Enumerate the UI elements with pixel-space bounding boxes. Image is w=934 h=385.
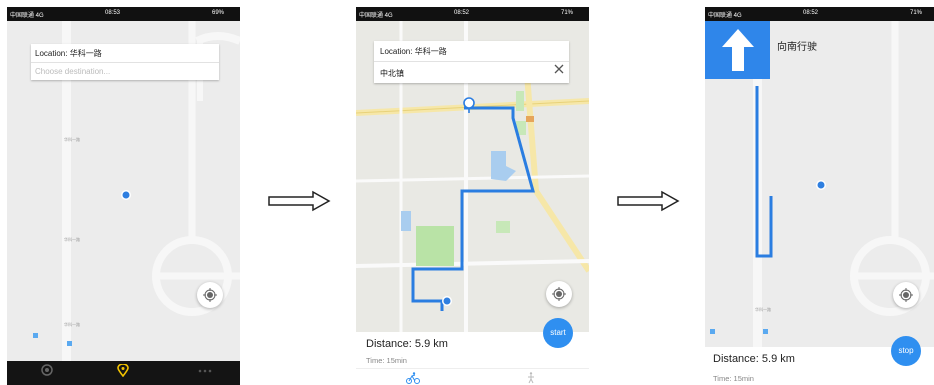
flow-arrow-icon <box>268 190 331 212</box>
battery-text: 71% <box>910 10 923 16</box>
crosshair-icon <box>552 287 566 301</box>
distance-text: Distance: 5.9 km <box>713 353 795 365</box>
divider <box>31 62 219 63</box>
locate-me-button[interactable] <box>893 282 919 308</box>
tab-rides[interactable] <box>37 364 57 384</box>
crosshair-icon <box>203 288 217 302</box>
carrier-text: 中国联通 4G <box>10 13 44 19</box>
clear-destination-button[interactable] <box>554 64 564 77</box>
destination-input[interactable]: Choose destination... <box>35 67 110 76</box>
clock-text: 08:52 <box>803 10 819 16</box>
svg-text:华科一路: 华科一路 <box>64 136 80 142</box>
status-bar: 中国联通 4G 08:52 71% <box>356 7 589 21</box>
battery-text: 69% <box>212 10 225 16</box>
arrow-up-icon <box>722 29 754 71</box>
status-bar: 中国联通 4G 08:53 69% <box>7 7 240 21</box>
close-icon <box>554 64 564 74</box>
locate-me-button[interactable] <box>546 281 572 307</box>
turn-direction-box <box>705 21 770 79</box>
location-label: Location: 华科一路 <box>35 49 102 58</box>
clock-text: 08:52 <box>454 10 470 16</box>
more-dots-icon <box>198 369 212 373</box>
walking-icon <box>528 372 534 384</box>
direction-text: 向南行驶 <box>777 42 817 53</box>
flow-arrow-icon <box>617 190 680 212</box>
locate-me-button[interactable] <box>197 282 223 308</box>
phone-screen-route-preview: 中国联通 4G 08:52 71% Location: 华科一路 中北镇 Dis… <box>356 7 589 385</box>
search-card: Location: 华科一路 Choose destination... <box>31 44 219 80</box>
phone-screen-navigation: 中国联通 4G 08:52 71% 华科一路 向南行驶 Distance: 5.… <box>705 7 934 385</box>
divider <box>356 368 589 369</box>
battery-text: 71% <box>561 10 574 16</box>
svg-text:华科一路: 华科一路 <box>64 236 80 242</box>
tab-cycling[interactable] <box>406 371 420 385</box>
distance-text: Distance: 5.9 km <box>366 338 448 350</box>
svg-text:华科一路: 华科一路 <box>755 306 771 312</box>
phone-screen-map-home: 中国联通 4G 08:53 69% 华科一路 华科一路 华科一路 Locatio… <box>7 7 240 385</box>
crosshair-icon <box>899 288 913 302</box>
status-bar: 中国联通 4G 08:52 71% <box>705 7 934 21</box>
cycling-icon <box>406 372 420 384</box>
divider <box>374 61 569 62</box>
clock-text: 08:53 <box>105 10 121 16</box>
tab-map[interactable] <box>113 364 133 384</box>
ring-icon <box>41 364 53 376</box>
tab-walking[interactable] <box>526 371 536 385</box>
carrier-text: 中国联通 4G <box>708 13 742 19</box>
bottom-tab-bar <box>7 361 240 385</box>
pin-icon <box>117 364 129 377</box>
time-text: Time: 15min <box>366 356 407 365</box>
destination-input[interactable]: 中北镇 <box>380 68 404 79</box>
stop-button[interactable]: stop <box>891 336 921 366</box>
start-button[interactable]: start <box>543 318 573 348</box>
time-text: Time: 15min <box>713 374 754 383</box>
svg-text:华科一路: 华科一路 <box>64 321 80 327</box>
location-label: Location: 华科一路 <box>380 47 447 56</box>
search-card: Location: 华科一路 中北镇 <box>374 41 569 83</box>
tab-more[interactable] <box>195 364 215 384</box>
carrier-text: 中国联通 4G <box>359 13 393 19</box>
